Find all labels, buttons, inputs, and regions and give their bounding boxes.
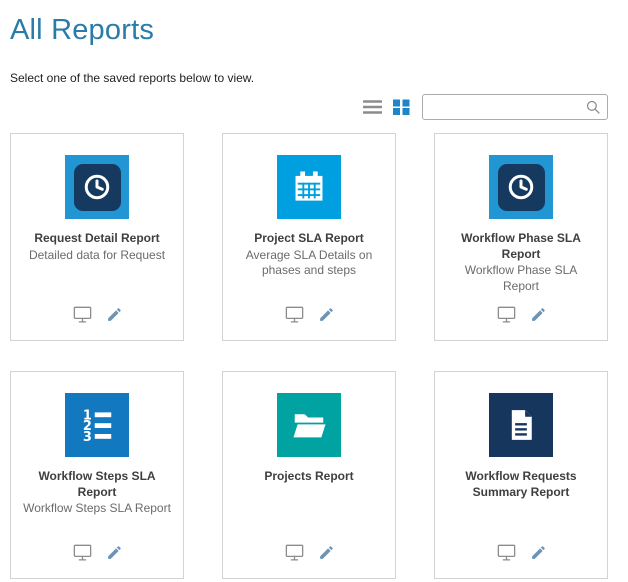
monitor-icon [284,542,305,563]
report-card-grid: Request Detail Report Detailed data for … [10,133,608,579]
edit-report-button[interactable] [530,544,547,561]
grid-view-button[interactable] [393,99,411,115]
card-actions [496,542,547,563]
list-view-icon [363,99,382,115]
report-tile [489,155,553,219]
report-title: Workflow Phase SLA Report [447,231,595,262]
pencil-icon [318,544,335,561]
page-title: All Reports [10,14,608,47]
intro-text: Select one of the saved reports below to… [10,71,608,85]
numbered-list-icon [65,393,129,457]
report-title: Project SLA Report [254,231,364,247]
clock-icon [498,164,545,211]
report-title: Workflow Requests Summary Report [447,469,595,500]
report-title: Projects Report [264,469,353,485]
toolbar [10,93,608,120]
view-report-button[interactable] [496,542,517,563]
card-actions [284,542,335,563]
report-card-workflow-requests-summary[interactable]: Workflow Requests Summary Report [434,371,608,579]
view-report-button[interactable] [284,304,305,325]
card-actions [72,304,123,325]
grid-view-icon [393,99,411,115]
edit-report-button[interactable] [318,306,335,323]
report-card-project-sla[interactable]: Project SLA Report Average SLA Details o… [222,133,396,341]
edit-report-button[interactable] [106,306,123,323]
search-icon[interactable] [584,98,602,116]
report-card-projects[interactable]: Projects Report [222,371,396,579]
report-card-workflow-phase-sla[interactable]: Workflow Phase SLA Report Workflow Phase… [434,133,608,341]
list-view-button[interactable] [363,99,382,115]
search-box [422,94,608,120]
pencil-icon [106,544,123,561]
open-folder-icon [277,393,341,457]
report-card-workflow-steps-sla[interactable]: Workflow Steps SLA Report Workflow Steps… [10,371,184,579]
report-title: Request Detail Report [34,231,159,247]
monitor-icon [496,542,517,563]
edit-report-button[interactable] [318,544,335,561]
pencil-icon [530,544,547,561]
search-input[interactable] [431,95,584,119]
report-card-request-detail[interactable]: Request Detail Report Detailed data for … [10,133,184,341]
edit-report-button[interactable] [530,306,547,323]
monitor-icon [72,304,93,325]
view-report-button[interactable] [72,542,93,563]
pencil-icon [530,306,547,323]
view-report-button[interactable] [284,542,305,563]
monitor-icon [284,304,305,325]
report-subtitle: Average SLA Details on phases and steps [235,248,383,279]
report-subtitle: Detailed data for Request [29,248,165,264]
card-actions [496,304,547,325]
report-tile [65,155,129,219]
report-subtitle: Workflow Steps SLA Report [23,501,171,517]
monitor-icon [72,542,93,563]
all-reports-page: All Reports Select one of the saved repo… [0,0,628,579]
report-subtitle: Workflow Phase SLA Report [447,263,595,294]
view-report-button[interactable] [496,304,517,325]
document-icon [489,393,553,457]
card-actions [284,304,335,325]
clock-icon [74,164,121,211]
view-report-button[interactable] [72,304,93,325]
calendar-icon [277,155,341,219]
edit-report-button[interactable] [106,544,123,561]
report-title: Workflow Steps SLA Report [23,469,171,500]
monitor-icon [496,304,517,325]
card-actions [72,542,123,563]
pencil-icon [106,306,123,323]
pencil-icon [318,306,335,323]
